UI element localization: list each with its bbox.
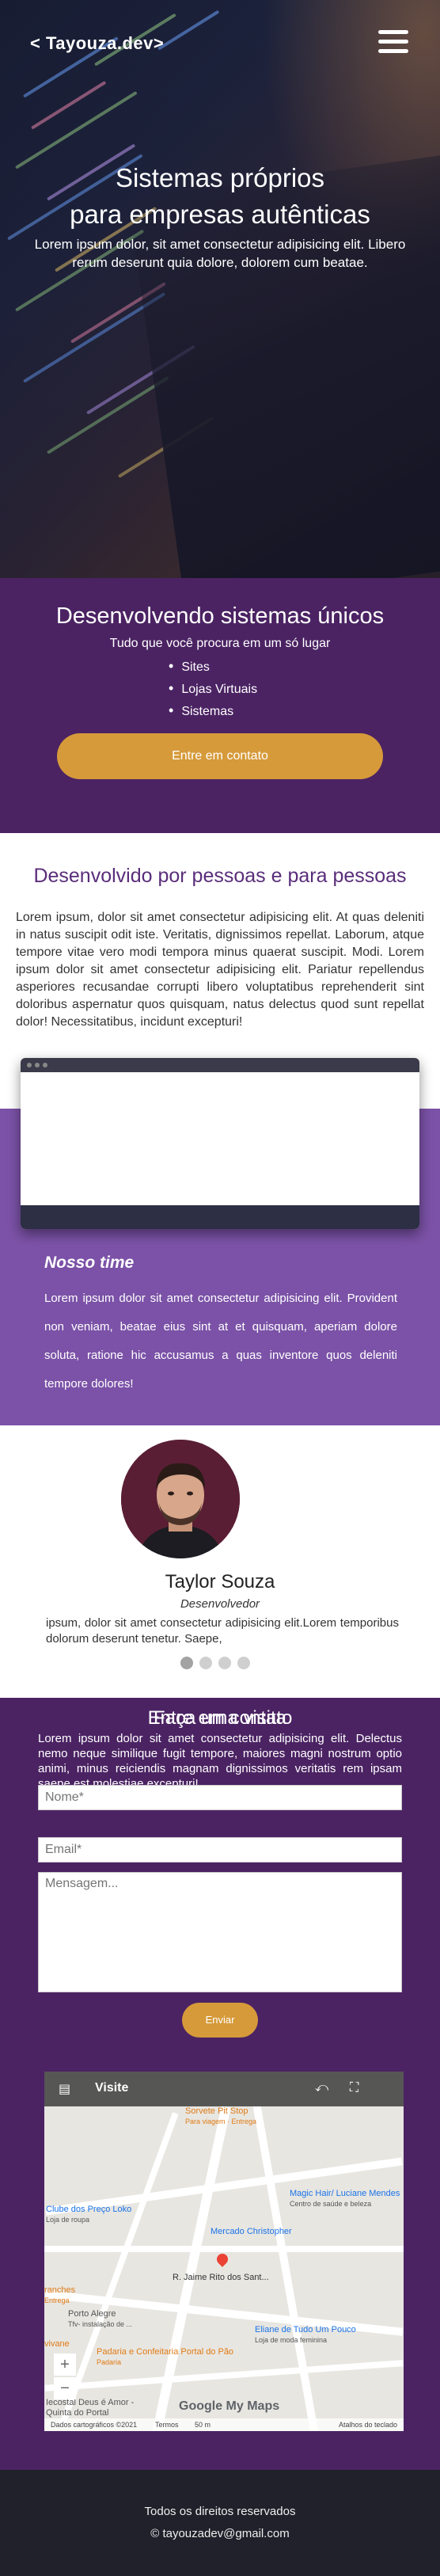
map-poi[interactable]: vivane bbox=[44, 2339, 70, 2350]
map-scale: 50 m bbox=[195, 2421, 211, 2429]
map-poi-label: Eliane de Tudo Um Pouco bbox=[255, 2325, 356, 2334]
map-embed[interactable]: ▤ Visite ⤺ ⛶ Sorvete Pit Stop Para viagem… bbox=[44, 2072, 404, 2431]
map-street-label: R. Jaime Rito dos Sant... bbox=[173, 2273, 269, 2282]
map-poi[interactable]: Magic Hair/ Luciane Mendes Centro de saúd… bbox=[290, 2189, 400, 2209]
member-name: Taylor Souza bbox=[165, 1571, 275, 1592]
avatar bbox=[121, 1440, 240, 1558]
footer-email[interactable]: © tayouzadev@gmail.com bbox=[0, 2524, 440, 2544]
footer-rights: Todos os direitos reservados bbox=[144, 2505, 296, 2518]
map-poi-sub: Padaria bbox=[97, 2358, 122, 2366]
map-data-credit: Dados cartográficos ©2021 bbox=[51, 2421, 138, 2429]
list-item: Lojas Virtuais bbox=[169, 678, 257, 700]
about-title: Desenvolvido por pessoas e para pessoas bbox=[33, 865, 407, 887]
services-lead: Tudo que você procura em um só lugar bbox=[109, 637, 331, 650]
zoom-out-button[interactable]: − bbox=[54, 2377, 76, 2399]
keyboard-shortcuts-link[interactable]: Atalhos do teclado bbox=[339, 2418, 397, 2431]
email-field[interactable] bbox=[38, 1837, 402, 1863]
sidebar-toggle-icon[interactable]: ▤ bbox=[59, 2081, 70, 2097]
hero-title: Sistemas próprios para empresas autêntic… bbox=[0, 160, 440, 233]
map-poi[interactable]: Porto Alegre Tfv- instalação de ... bbox=[68, 2309, 132, 2330]
map-poi[interactable]: Clube dos Preço Loko Loja de roupa bbox=[46, 2205, 131, 2225]
map-poi-sub: Para viagem · Entrega bbox=[185, 2117, 257, 2125]
footer: Todos os direitos reservados © tayouzade… bbox=[0, 2470, 440, 2576]
hero-title-line1: Sistemas próprios bbox=[115, 163, 325, 192]
map-poi[interactable]: Eliane de Tudo Um Pouco Loja de moda femi… bbox=[255, 2325, 356, 2346]
hero-section: < Tayouza.dev> Sistemas próprios para em… bbox=[0, 0, 440, 578]
list-item: Sites bbox=[169, 656, 257, 678]
member-quote: ipsum, dolor sit amet consectetur adipis… bbox=[46, 1616, 399, 1646]
map-poi-sub: Centro de saúde e beleza bbox=[290, 2200, 372, 2208]
location-pin-icon[interactable] bbox=[214, 2251, 230, 2267]
name-field[interactable] bbox=[38, 1785, 402, 1810]
hero-subtitle: Lorem ipsum dolor, sit amet consectetur … bbox=[34, 237, 406, 270]
hero-title-line2: para empresas autênticas bbox=[70, 200, 370, 229]
map-poi[interactable]: Sorvete Pit Stop Para viagem · Entrega bbox=[185, 2106, 256, 2127]
share-icon[interactable]: ⤺ bbox=[315, 2081, 328, 2095]
send-button[interactable]: Enviar bbox=[182, 2003, 258, 2038]
services-section: Desenvolvendo sistemas únicos Tudo que v… bbox=[0, 578, 440, 833]
map-poi[interactable]: ranches Entrega bbox=[44, 2285, 75, 2306]
map-poi-label: Porto Alegre bbox=[68, 2309, 116, 2319]
map-attribution: Dados cartográficos ©2021 Termos 50 m At… bbox=[44, 2418, 404, 2431]
hamburger-icon[interactable] bbox=[378, 30, 408, 55]
map-poi-sub: Loja de moda feminina bbox=[255, 2336, 328, 2344]
map-title: Visite bbox=[95, 2081, 129, 2095]
zoom-in-button[interactable]: + bbox=[54, 2353, 76, 2376]
map-poi[interactable]: Padaria e Confeitaria Portal do Pão Padar… bbox=[97, 2347, 233, 2368]
carousel-dot[interactable] bbox=[237, 1657, 250, 1669]
carousel-dot[interactable] bbox=[180, 1657, 193, 1669]
services-list: Sites Lojas Virtuais Sistemas bbox=[169, 656, 257, 722]
team-title: Nosso time bbox=[44, 1254, 135, 1272]
map-poi-sub: Entrega bbox=[44, 2296, 70, 2304]
fullscreen-icon[interactable]: ⛶ bbox=[350, 2081, 358, 2095]
carousel-dot[interactable] bbox=[218, 1657, 231, 1669]
google-my-maps-logo: Google My Maps bbox=[179, 2399, 280, 2413]
map-poi[interactable]: Iecostal Deus é Amor - Quinta do Portal bbox=[46, 2398, 157, 2418]
map-poi-label: Sorvete Pit Stop bbox=[185, 2106, 248, 2116]
carousel-dots bbox=[180, 1657, 256, 1671]
map-poi-label: Mercado Christopher bbox=[211, 2227, 292, 2236]
map-poi-sub: Loja de roupa bbox=[46, 2216, 90, 2224]
contact-lead: Lorem ipsum dolor sit amet consectetur a… bbox=[38, 1732, 402, 1790]
services-title: Desenvolvendo sistemas únicos bbox=[55, 603, 385, 629]
brand-logo[interactable]: < Tayouza.dev> bbox=[30, 33, 164, 54]
map-poi-label: Clube dos Preço Loko bbox=[46, 2205, 132, 2214]
contact-cta-button[interactable]: Entre em contato bbox=[57, 733, 383, 779]
map-toolbar: ▤ Visite ⤺ ⛶ bbox=[44, 2072, 404, 2106]
list-item: Sistemas bbox=[169, 700, 257, 722]
map-poi[interactable]: Mercado Christopher bbox=[211, 2227, 292, 2237]
visit-title: Faça uma visita bbox=[153, 1707, 287, 1729]
member-role: Desenvolvedor bbox=[180, 1597, 260, 1611]
carousel-dot[interactable] bbox=[199, 1657, 212, 1669]
map-poi-sub: Tfv- instalação de ... bbox=[68, 2320, 133, 2328]
message-field[interactable] bbox=[38, 1872, 402, 1992]
map-poi-label: ranches bbox=[44, 2285, 76, 2295]
map-poi-label: Padaria e Confeitaria Portal do Pão bbox=[97, 2347, 234, 2357]
map-poi-label: Magic Hair/ Luciane Mendes bbox=[290, 2189, 400, 2198]
team-text: Lorem ipsum dolor sit amet consectetur a… bbox=[44, 1292, 397, 1391]
map-terms-link[interactable]: Termos bbox=[155, 2418, 179, 2431]
about-text: Lorem ipsum, dolor sit amet consectetur … bbox=[16, 911, 424, 1029]
browser-mockup-image bbox=[21, 1058, 419, 1229]
